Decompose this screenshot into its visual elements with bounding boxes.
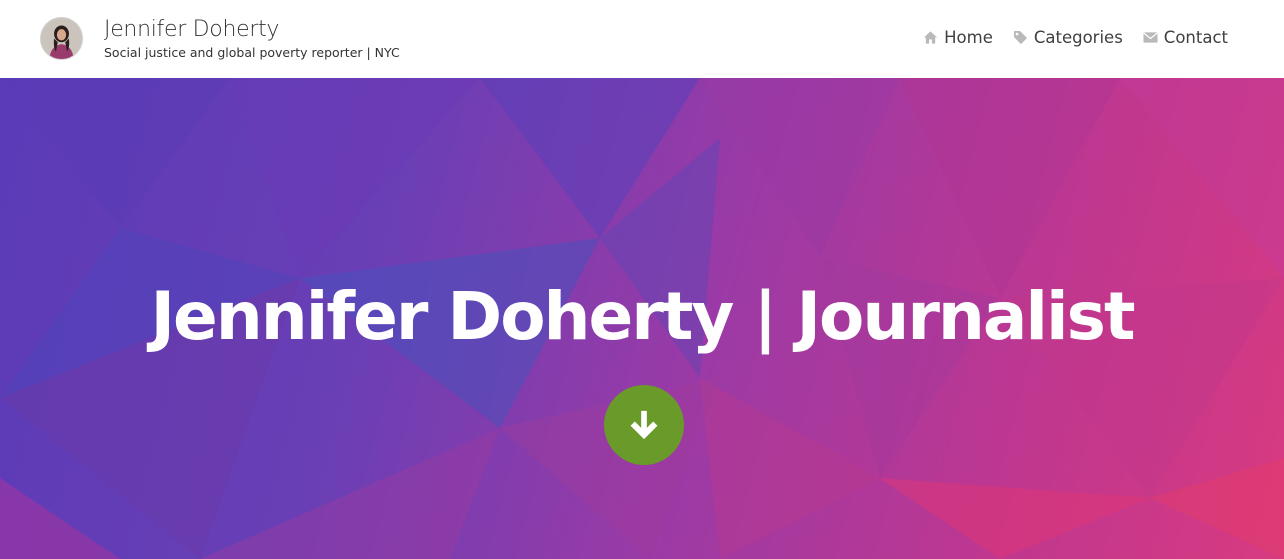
tag-icon (1013, 30, 1027, 45)
brand-text: Jennifer Doherty Social justice and glob… (104, 17, 400, 60)
site-name: Jennifer Doherty (104, 17, 280, 42)
hero-title: Jennifer Doherty | Journalist (150, 278, 1135, 355)
avatar (40, 17, 83, 60)
main-nav: Home Categories Contact (923, 28, 1228, 47)
top-navbar: Jennifer Doherty Social justice and glob… (0, 0, 1284, 78)
arrow-down-icon (630, 410, 658, 440)
site-tagline: Social justice and global poverty report… (104, 45, 400, 60)
nav-contact-label: Contact (1163, 28, 1228, 47)
nav-home[interactable]: Home (923, 28, 993, 47)
home-icon (924, 31, 938, 44)
scroll-down-button[interactable] (604, 385, 684, 465)
envelope-icon (1143, 32, 1158, 43)
hero-section: Jennifer Doherty | Journalist (0, 78, 1284, 559)
nav-home-label: Home (944, 28, 993, 47)
nav-categories[interactable]: Categories (1013, 28, 1123, 47)
nav-categories-label: Categories (1033, 28, 1123, 47)
brand-link[interactable]: Jennifer Doherty Social justice and glob… (40, 17, 400, 60)
nav-contact[interactable]: Contact (1143, 28, 1228, 47)
avatar-photo (41, 18, 82, 59)
